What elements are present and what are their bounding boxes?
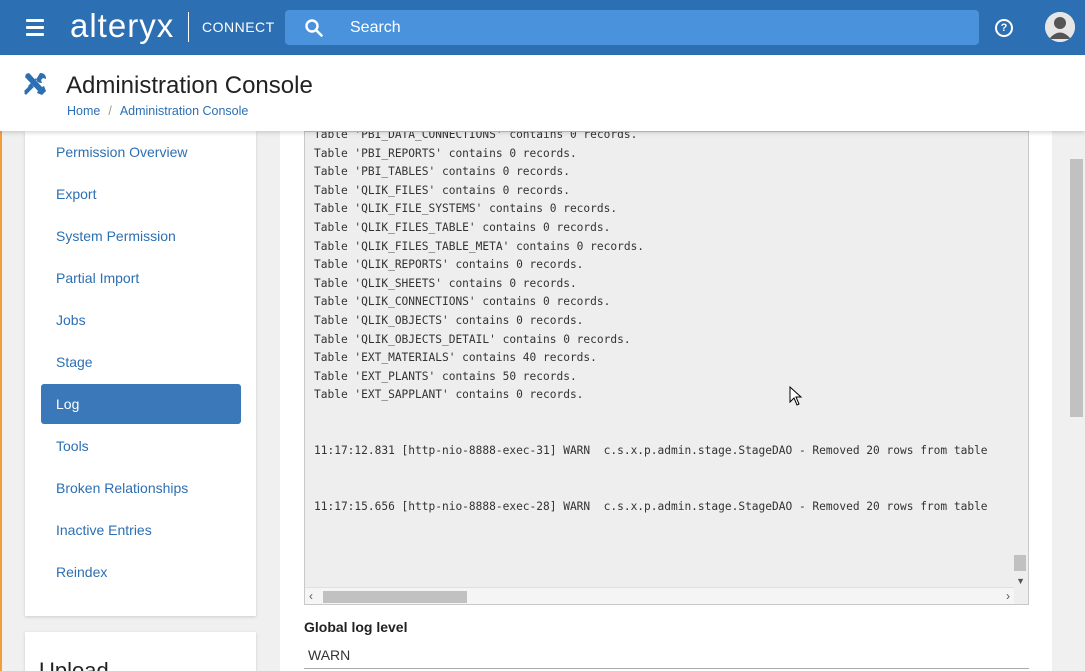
help-icon[interactable]: ? xyxy=(995,19,1013,37)
sidebar-item-inactive-entries[interactable]: Inactive Entries xyxy=(41,510,241,550)
menu-icon[interactable] xyxy=(26,19,44,36)
log-line: Table 'QLIK_FILES' contains 0 records. xyxy=(314,183,570,197)
page-title: Administration Console xyxy=(66,72,313,99)
log-level-select[interactable]: WARN xyxy=(304,643,1029,669)
left-accent-edge xyxy=(0,131,2,671)
breadcrumb-current[interactable]: Administration Console xyxy=(120,104,249,118)
breadcrumb-home[interactable]: Home xyxy=(67,104,100,118)
log-horizontal-scrollbar[interactable]: ‹ › xyxy=(305,587,1014,604)
page-header: Administration Console Home / Administrati… xyxy=(0,55,1085,131)
sidebar-item-system-permission[interactable]: System Permission xyxy=(41,216,241,256)
upload-card-title: Upload xyxy=(39,658,109,671)
brand-logo[interactable]: alteryx xyxy=(70,7,174,45)
scroll-down-icon[interactable]: ▼ xyxy=(1016,576,1025,586)
sidebar-item-partial-import[interactable]: Partial Import xyxy=(41,258,241,298)
log-line: Table 'PBI_DATA_CONNECTIONS' contains 0 … xyxy=(314,131,638,141)
sidebar-nav: Permission Overview Export System Permis… xyxy=(25,131,256,616)
log-vertical-scroll-thumb[interactable] xyxy=(1014,555,1026,571)
log-line: Table 'QLIK_FILES_TABLE' contains 0 reco… xyxy=(314,220,611,234)
brand-divider xyxy=(188,12,189,42)
breadcrumb-separator: / xyxy=(108,104,112,118)
page-scrollbar[interactable] xyxy=(1068,131,1085,671)
log-vertical-scrollbar[interactable]: ▼ xyxy=(1012,132,1028,589)
sidebar-item-log[interactable]: Log xyxy=(41,384,241,424)
log-level-label: Global log level xyxy=(304,619,408,635)
search-bar[interactable]: Search xyxy=(285,10,979,45)
scroll-left-icon[interactable]: ‹ xyxy=(309,589,313,603)
log-lines: Table 'PBI_DATA_CONNECTIONS' contains 0 … xyxy=(314,131,988,516)
page-scroll-thumb[interactable] xyxy=(1070,159,1083,417)
sidebar-item-reindex[interactable]: Reindex xyxy=(41,552,241,592)
log-line: Table 'PBI_REPORTS' contains 0 records. xyxy=(314,146,577,160)
log-line: Table 'QLIK_FILE_SYSTEMS' contains 0 rec… xyxy=(314,202,618,216)
log-line: Table 'QLIK_CONNECTIONS' contains 0 reco… xyxy=(314,295,611,309)
log-line: Table 'QLIK_OBJECTS' contains 0 records. xyxy=(314,313,584,327)
product-name: CONNECT xyxy=(202,19,275,35)
log-line: Table 'QLIK_FILES_TABLE_META' contains 0… xyxy=(314,239,645,253)
log-line: Table 'PBI_TABLES' contains 0 records. xyxy=(314,165,570,179)
search-icon xyxy=(305,19,323,37)
log-line: Table 'QLIK_REPORTS' contains 0 records. xyxy=(314,258,584,272)
log-line: Table 'EXT_MATERIALS' contains 40 record… xyxy=(314,351,597,365)
log-line: Table 'QLIK_SHEETS' contains 0 records. xyxy=(314,276,577,290)
log-line: 11:17:12.831 [http-nio-8888-exec-31] WAR… xyxy=(314,444,988,458)
scroll-right-icon[interactable]: › xyxy=(1006,589,1010,603)
log-output[interactable]: Table 'PBI_DATA_CONNECTIONS' contains 0 … xyxy=(304,131,1029,605)
log-line: Table 'EXT_PLANTS' contains 50 records. xyxy=(314,369,577,383)
sidebar-item-export[interactable]: Export xyxy=(41,174,241,214)
user-icon xyxy=(1045,12,1075,42)
log-line: 11:17:15.656 [http-nio-8888-exec-28] WAR… xyxy=(314,499,988,513)
sidebar-item-permission-overview[interactable]: Permission Overview xyxy=(41,132,241,172)
breadcrumb: Home / Administration Console xyxy=(67,104,248,118)
tools-icon xyxy=(24,73,46,95)
sidebar-item-tools[interactable]: Tools xyxy=(41,426,241,466)
log-line: Table 'QLIK_OBJECTS_DETAIL' contains 0 r… xyxy=(314,332,631,346)
log-line: Table 'EXT_SAPPLANT' contains 0 records. xyxy=(314,388,584,402)
search-input[interactable]: Search xyxy=(350,19,401,37)
upload-card: Upload xyxy=(25,632,256,671)
sidebar-item-stage[interactable]: Stage xyxy=(41,342,241,382)
mouse-cursor-icon xyxy=(789,386,803,406)
avatar[interactable] xyxy=(1045,12,1075,42)
top-navbar: alteryx CONNECT Search ? xyxy=(0,0,1085,55)
main-panel: Table 'PBI_DATA_CONNECTIONS' contains 0 … xyxy=(280,131,1052,671)
log-horizontal-scroll-thumb[interactable] xyxy=(323,591,467,603)
sidebar-item-jobs[interactable]: Jobs xyxy=(41,300,241,340)
sidebar-item-broken-relationships[interactable]: Broken Relationships xyxy=(41,468,241,508)
